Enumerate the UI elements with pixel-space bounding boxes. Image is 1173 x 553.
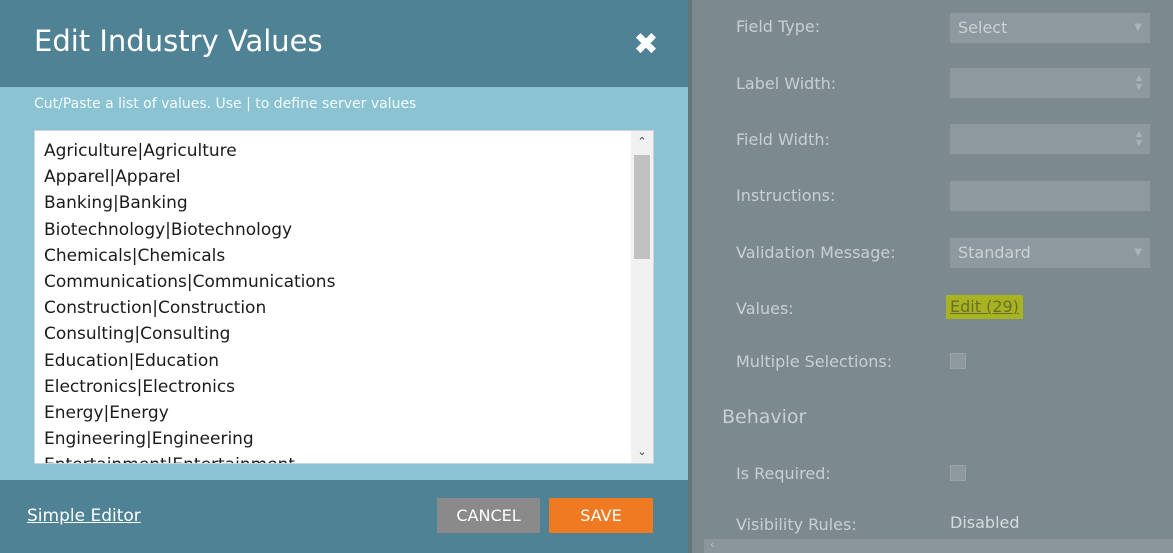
behavior-heading: Behavior	[722, 406, 807, 428]
visibility-rules-label: Visibility Rules:	[736, 515, 857, 534]
save-button[interactable]: SAVE	[549, 498, 653, 533]
list-item: Communications|Communications	[44, 272, 336, 293]
chevron-down-icon: ▼	[1134, 22, 1142, 33]
list-item: Energy|Energy	[44, 403, 169, 424]
chevron-up-icon[interactable]: ⌃	[631, 133, 653, 151]
dialog-header: Edit Industry Values ✖	[0, 0, 688, 87]
list-item: Agriculture|Agriculture	[44, 141, 237, 161]
horizontal-scrollbar[interactable]: ‹	[704, 538, 1173, 553]
list-item: Education|Education	[44, 350, 219, 371]
list-item: Apparel|Apparel	[44, 167, 181, 188]
label-width-stepper[interactable]: ▲ ▼	[950, 68, 1150, 98]
list-item: Biotechnology|Biotechnology	[44, 219, 293, 240]
vertical-scrollbar[interactable]: ⌃ ⌄	[631, 131, 653, 463]
list-item: Engineering|Engineering	[44, 429, 254, 450]
field-width-stepper[interactable]: ▲ ▼	[950, 124, 1150, 154]
visibility-rules-value: Disabled	[950, 513, 1020, 532]
chevron-left-icon[interactable]: ‹	[710, 538, 714, 551]
chevron-down-icon: ▼	[1134, 247, 1142, 258]
validation-message-value: Standard	[958, 243, 1031, 262]
list-item: Banking|Banking	[44, 193, 188, 214]
instructions-label: Instructions:	[736, 186, 836, 205]
validation-message-select[interactable]: Standard ▼	[950, 238, 1150, 268]
close-icon[interactable]: ✖	[628, 27, 664, 63]
panel-divider	[688, 0, 692, 553]
values-label: Values:	[736, 299, 794, 318]
dialog-body: Cut/Paste a list of values. Use | to def…	[0, 87, 688, 480]
list-item: Electronics|Electronics	[44, 376, 236, 397]
field-type-select[interactable]: Select ▼	[950, 13, 1150, 43]
edit-values-link[interactable]: Edit (29)	[946, 295, 1023, 319]
simple-editor-link[interactable]: Simple Editor	[27, 506, 141, 526]
label-width-label: Label Width:	[736, 74, 837, 93]
dialog-title: Edit Industry Values	[34, 24, 323, 58]
chevron-down-icon[interactable]: ⌄	[631, 443, 653, 461]
dialog-instructions: Cut/Paste a list of values. Use | to def…	[34, 96, 417, 112]
cancel-button[interactable]: CANCEL	[437, 498, 540, 533]
stepper-arrows-icon[interactable]: ▲ ▼	[1135, 73, 1143, 91]
is-required-checkbox[interactable]	[950, 465, 966, 481]
values-textarea[interactable]: Agriculture|Agriculture Apparel|Apparel Ba…	[34, 130, 654, 464]
list-item: Construction|Construction	[44, 298, 267, 319]
list-item: Consulting|Consulting	[44, 324, 231, 345]
is-required-label: Is Required:	[736, 464, 831, 483]
edit-values-dialog: Edit Industry Values ✖ Cut/Paste a list …	[0, 0, 688, 553]
values-list: Agriculture|Agriculture Apparel|Apparel Ba…	[44, 138, 336, 463]
field-properties-panel: Field Type: Select ▼ Label Width: ▲ ▼ Fie…	[692, 0, 1173, 553]
stepper-arrows-icon[interactable]: ▲ ▼	[1135, 129, 1143, 147]
list-item: Chemicals|Chemicals	[44, 245, 226, 266]
dialog-footer: Simple Editor CANCEL SAVE	[0, 480, 688, 553]
field-type-value: Select	[958, 18, 1008, 37]
instructions-input[interactable]	[950, 181, 1150, 211]
field-type-label: Field Type:	[736, 17, 821, 36]
multiple-selections-checkbox[interactable]	[950, 353, 966, 369]
field-width-label: Field Width:	[736, 130, 830, 149]
multiple-selections-label: Multiple Selections:	[736, 352, 893, 371]
list-item: Entertainment|Entertainment	[44, 452, 335, 463]
validation-message-label: Validation Message:	[736, 243, 896, 262]
scrollbar-thumb[interactable]	[634, 155, 650, 259]
